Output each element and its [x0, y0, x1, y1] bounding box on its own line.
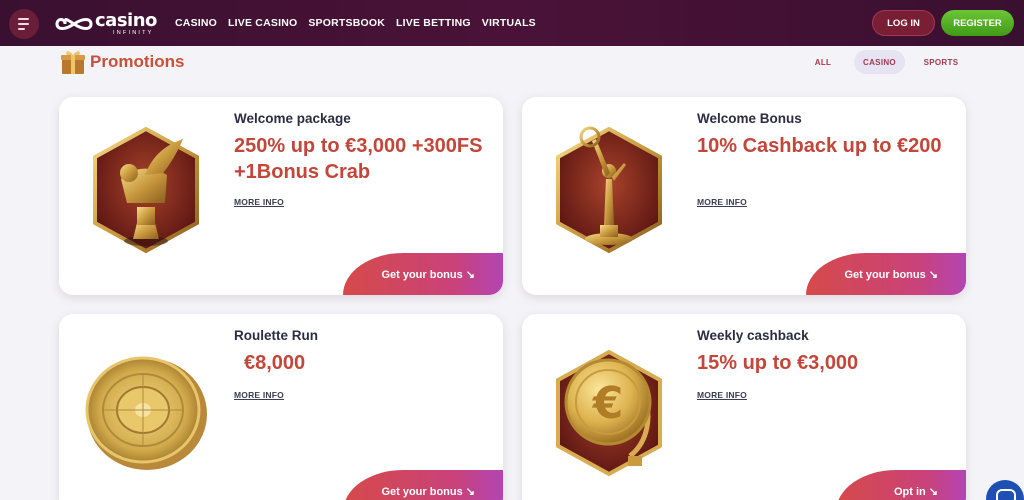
more-info-link[interactable]: MORE INFO — [234, 197, 284, 207]
filter-tab-all[interactable]: ALL — [800, 50, 846, 74]
logo-text: casino — [95, 9, 157, 31]
get-bonus-button[interactable]: Get your bonus ↘ — [343, 470, 503, 500]
main-nav: CASINO LIVE CASINO SPORTSBOOK LIVE BETTI… — [175, 0, 536, 46]
login-button[interactable]: LOG IN — [872, 10, 935, 36]
page-title: Promotions — [90, 52, 185, 71]
card-offer: 10% Cashback up to €200 — [697, 135, 942, 157]
get-bonus-button[interactable]: Get your bonus ↘ — [343, 253, 503, 295]
more-info-link[interactable]: MORE INFO — [697, 197, 747, 207]
card-title: Welcome package — [234, 111, 351, 126]
promotions-heading: Promotions — [60, 48, 184, 76]
promo-card-roulette-run: Roulette Run €8,000 MORE INFO Get your b… — [59, 314, 503, 500]
card-title: Weekly cashback — [697, 328, 809, 343]
trophy-statue-icon — [556, 126, 662, 254]
gift-icon — [61, 51, 85, 74]
menu-line-icon — [18, 18, 29, 20]
top-header: casino INFINITY CASINO LIVE CASINO SPORT… — [0, 0, 1024, 46]
promo-card-weekly-cashback: € Weekly cashback 15% up to €3,000 MORE … — [522, 314, 966, 500]
nav-sportsbook[interactable]: SPORTSBOOK — [308, 17, 385, 29]
logo-subtext: INFINITY — [113, 29, 154, 36]
nav-live-casino[interactable]: LIVE CASINO — [228, 17, 297, 29]
menu-line-icon — [18, 23, 29, 25]
roulette-wheel-icon — [85, 356, 207, 470]
card-offer: €8,000 — [244, 352, 306, 374]
nav-virtuals[interactable]: VIRTUALS — [482, 17, 536, 29]
filter-tab-casino[interactable]: CASINO — [854, 50, 905, 74]
card-offer: 250% up to €3,000 +300FS +1Bonus Crab — [234, 135, 483, 183]
promo-card-welcome-package: Welcome package 250% up to €3,000 +300FS… — [59, 97, 503, 295]
hamburger-menu-button[interactable] — [9, 9, 39, 39]
get-bonus-button[interactable]: Get your bonus ↘ — [806, 253, 966, 295]
opt-in-button[interactable]: Opt in ↘ — [836, 470, 966, 500]
filter-tab-sports[interactable]: SPORTS — [911, 50, 971, 74]
euro-coin-icon: € — [556, 349, 662, 477]
winged-lion-statue-icon — [93, 126, 199, 254]
promo-card-welcome-bonus: Welcome Bonus 10% Cashback up to €200 MO… — [522, 97, 966, 295]
site-logo[interactable]: casino INFINITY — [55, 10, 157, 38]
menu-line-icon — [18, 28, 25, 30]
card-title: Roulette Run — [234, 328, 318, 343]
infinity-logo-icon — [55, 18, 93, 30]
promo-filter-tabs: ALL CASINO SPORTS — [800, 50, 971, 74]
nav-live-betting[interactable]: LIVE BETTING — [396, 17, 471, 29]
more-info-link[interactable]: MORE INFO — [234, 390, 284, 400]
svg-text:€: € — [592, 378, 624, 429]
more-info-link[interactable]: MORE INFO — [697, 390, 747, 400]
card-offer: 15% up to €3,000 — [697, 352, 859, 374]
card-title: Welcome Bonus — [697, 111, 802, 126]
nav-casino[interactable]: CASINO — [175, 17, 217, 29]
register-button[interactable]: REGISTER — [941, 10, 1014, 36]
chat-support-button[interactable] — [986, 480, 1024, 500]
